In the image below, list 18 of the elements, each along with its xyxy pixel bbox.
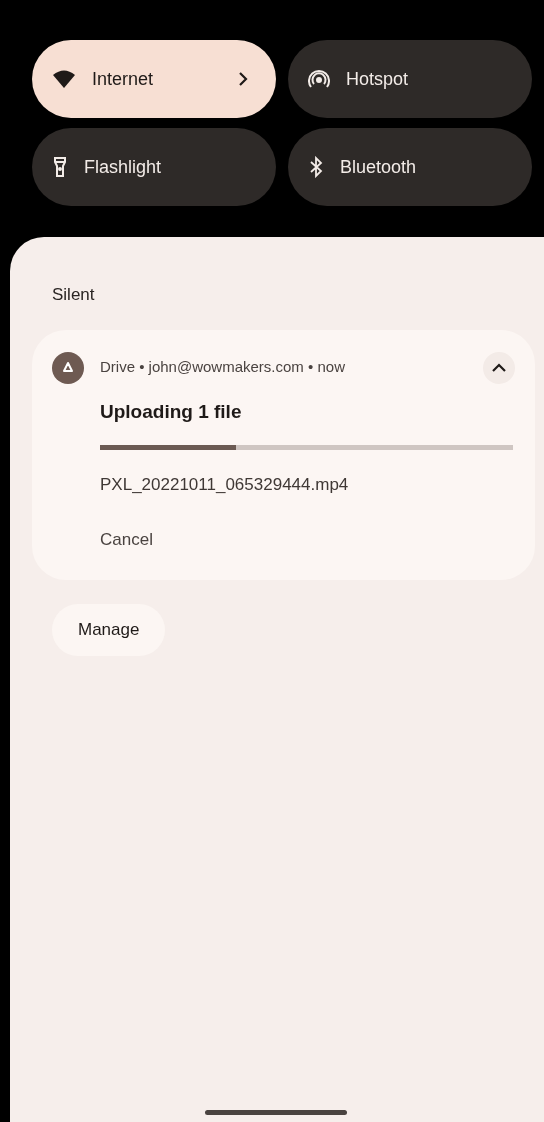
section-title: Silent [52,284,96,306]
notification-header: Drive • john@wowmakers.com • now [100,357,346,378]
quick-settings-tile[interactable]: Bluetooth [288,128,532,206]
quick-settings-tile[interactable]: Hotspot [288,40,532,118]
bluetooth-icon [308,156,324,178]
hotspot-icon [308,69,330,89]
quick-settings-tile[interactable]: Flashlight [32,128,276,206]
file-name: PXL_20221011_065329444.mp4 [100,474,350,496]
flashlight-icon [52,156,68,178]
cancel-button[interactable]: Cancel [100,526,153,552]
drive-app-icon [52,351,84,384]
manage-button[interactable]: Manage [52,604,166,656]
collapse-button[interactable] [483,351,515,384]
notification-title: Uploading 1 file [100,399,243,424]
chevron-icon [491,362,507,373]
quick-settings-tile[interactable]: Internet [32,40,276,118]
wifi-icon [52,69,76,89]
notification-card[interactable]: Drive • john@wowmakers.com • now Uploading 1 file PXL_20221011_065329444.mp4 Cancel [32,329,535,580]
